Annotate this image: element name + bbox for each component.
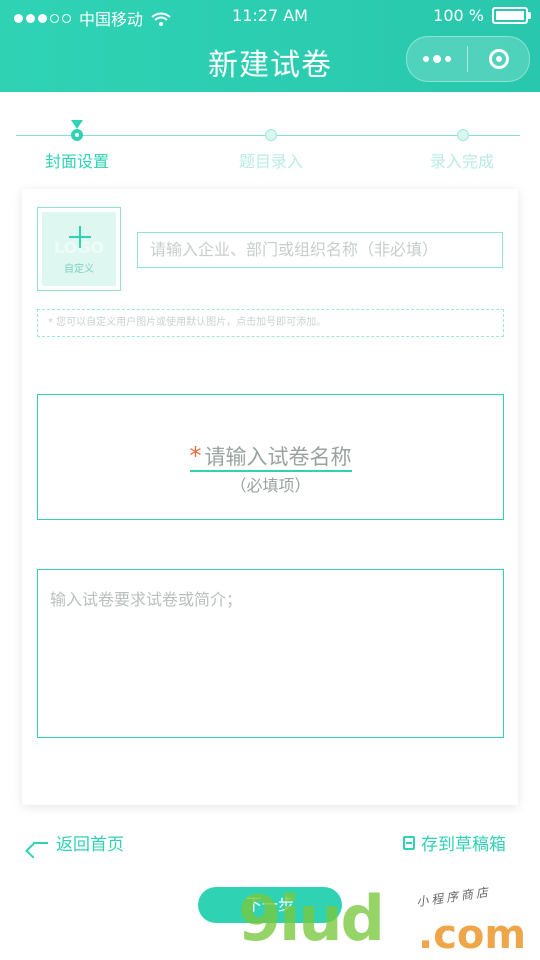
logo-placeholder: LOGO 自定义: [42, 212, 116, 286]
close-mini-program-icon[interactable]: [468, 49, 529, 69]
watermark-tagline: 小程序商店: [415, 884, 492, 910]
step-pointer-icon: [71, 120, 83, 129]
step-node-cover: [71, 129, 83, 141]
mini-program-capsule: [406, 36, 530, 82]
battery-icon: [492, 7, 531, 24]
watermark-main: 9iud: [238, 882, 385, 955]
more-icon[interactable]: [407, 55, 467, 63]
logo-upload[interactable]: LOGO 自定义: [37, 207, 121, 291]
plus-icon[interactable]: [69, 226, 91, 248]
form-card: LOGO 自定义 请输入企业、部门或组织名称（非必填） * 您可以自定义用户图片…: [22, 189, 518, 805]
exam-title-placeholder-text: 请输入试卷名称: [204, 445, 352, 469]
required-note: （必填项）: [230, 476, 311, 495]
watermark: 9iud 小程序商店 .com: [238, 880, 538, 960]
status-bar: 中国移动 11:27 AM 100 %: [0, 0, 540, 32]
status-right: 100 %: [433, 6, 531, 25]
exam-title-input[interactable]: * 请输入试卷名称 （必填项）: [37, 394, 504, 520]
app-header: 中国移动 11:27 AM 100 % 新建试卷: [0, 0, 540, 92]
arrow-left-icon: [32, 835, 48, 851]
required-mark: *: [189, 442, 202, 470]
step-label-questions: 题目录入: [239, 152, 304, 171]
save-draft-icon: [403, 835, 415, 850]
save-draft-label: 存到草稿箱: [421, 835, 506, 855]
step-node-questions: [265, 129, 277, 141]
step-node-done: [457, 129, 469, 141]
logo-hint: * 您可以自定义用户图片或使用默认图片，点击加号即可添加。: [37, 309, 504, 337]
exam-title-placeholder: * 请输入试卷名称: [38, 441, 503, 472]
logo-caption: 自定义: [64, 264, 94, 275]
save-draft-button[interactable]: 存到草稿箱: [403, 830, 506, 855]
step-label-done: 录入完成: [430, 152, 495, 171]
watermark-suffix: .com: [418, 912, 527, 958]
exam-description-input[interactable]: 输入试卷要求试卷或简介；: [37, 569, 504, 738]
back-home-button[interactable]: 返回首页: [32, 830, 124, 855]
back-home-label: 返回首页: [56, 835, 124, 855]
battery-label: 100 %: [433, 6, 484, 25]
org-name-input[interactable]: 请输入企业、部门或组织名称（非必填）: [137, 232, 503, 268]
step-label-cover: 封面设置: [45, 152, 110, 171]
step-progress: 封面设置 题目录入 录入完成: [0, 92, 540, 182]
